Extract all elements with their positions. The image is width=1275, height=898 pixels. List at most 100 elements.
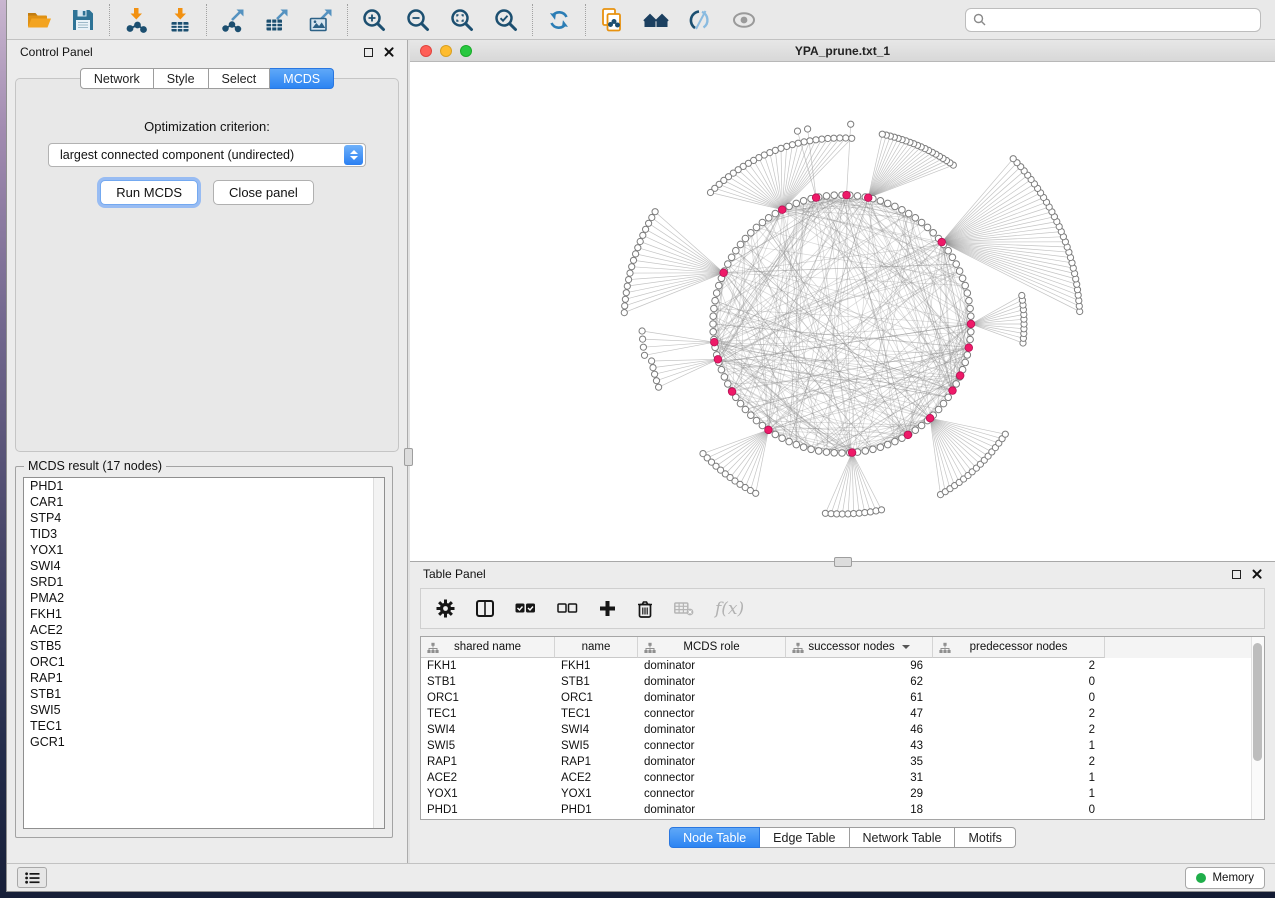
table-row[interactable]: SWI4SWI4dominator462: [421, 722, 1264, 738]
float-panel-icon[interactable]: [1232, 570, 1241, 579]
mcds-result-item[interactable]: YOX1: [24, 542, 384, 558]
table-cell: connector: [638, 738, 786, 754]
mcds-result-item[interactable]: SWI4: [24, 558, 384, 574]
network-graph[interactable]: [410, 62, 1275, 561]
divider-handle[interactable]: [404, 448, 413, 466]
tab-style[interactable]: Style: [154, 68, 209, 89]
desktop: Control Panel NetworkStyleSelectMCDS Opt…: [0, 0, 1275, 898]
search-input[interactable]: [991, 13, 1253, 27]
table-row[interactable]: ACE2ACE2connector311: [421, 770, 1264, 786]
shared-attribute-icon: [939, 642, 951, 657]
import-table-icon[interactable]: [167, 7, 193, 33]
list-icon: [25, 872, 40, 884]
mcds-result-list[interactable]: PHD1CAR1STP4TID3YOX1SWI4SRD1PMA2FKH1ACE2…: [23, 477, 385, 829]
column-header-predecessor-nodes[interactable]: predecessor nodes: [933, 637, 1105, 658]
network-canvas[interactable]: [410, 62, 1275, 561]
mcds-result-item[interactable]: STP4: [24, 510, 384, 526]
minimize-window-icon[interactable]: [440, 45, 452, 57]
table-cell: SWI5: [421, 738, 555, 754]
close-window-icon[interactable]: [420, 45, 432, 57]
close-panel-icon[interactable]: [384, 47, 394, 57]
mcds-result-item[interactable]: ORC1: [24, 654, 384, 670]
mcds-result-item[interactable]: GCR1: [24, 734, 384, 750]
memory-button[interactable]: Memory: [1185, 867, 1265, 889]
main-toolbar: [7, 0, 1275, 40]
column-header-successor-nodes[interactable]: successor nodes: [786, 637, 933, 658]
table-scrollbar-thumb[interactable]: [1253, 643, 1262, 761]
table-cell: 47: [786, 706, 933, 722]
close-panel-icon[interactable]: [1252, 569, 1262, 579]
delete-column-icon[interactable]: [637, 600, 653, 618]
tab-node-table[interactable]: Node Table: [669, 827, 760, 848]
zoom-in-icon[interactable]: [361, 7, 387, 33]
column-header-mcds-role[interactable]: MCDS role: [638, 637, 786, 658]
deselect-all-rows-icon[interactable]: [557, 603, 578, 614]
settings-gear-icon[interactable]: [436, 599, 455, 618]
add-column-icon[interactable]: [599, 600, 616, 617]
select-stepper-icon: [344, 145, 363, 165]
table-cell: 61: [786, 690, 933, 706]
zoom-fit-icon[interactable]: [449, 7, 475, 33]
mcds-result-item[interactable]: STB5: [24, 638, 384, 654]
tab-select[interactable]: Select: [209, 68, 271, 89]
mcds-result-item[interactable]: PHD1: [24, 478, 384, 494]
table-row[interactable]: YOX1YOX1connector291: [421, 786, 1264, 802]
table-row[interactable]: RAP1RAP1dominator352: [421, 754, 1264, 770]
tab-network[interactable]: Network: [80, 68, 154, 89]
criterion-select[interactable]: largest connected component (undirected): [48, 143, 366, 167]
table-cell: 18: [786, 802, 933, 818]
mcds-result-item[interactable]: TID3: [24, 526, 384, 542]
zoom-out-icon[interactable]: [405, 7, 431, 33]
mcds-result-title: MCDS result (17 nodes): [24, 459, 166, 473]
mcds-result-item[interactable]: FKH1: [24, 606, 384, 622]
mcds-result-item[interactable]: SWI5: [24, 702, 384, 718]
search-icon: [973, 13, 986, 26]
mcds-result-item[interactable]: STB1: [24, 686, 384, 702]
mcds-result-item[interactable]: TEC1: [24, 718, 384, 734]
tab-edge-table[interactable]: Edge Table: [760, 827, 849, 848]
export-image-icon[interactable]: [308, 7, 334, 33]
table-cell: ORC1: [421, 690, 555, 706]
table-row[interactable]: STB1STB1dominator620: [421, 674, 1264, 690]
zoom-selected-icon[interactable]: [493, 7, 519, 33]
mcds-result-item[interactable]: SRD1: [24, 574, 384, 590]
open-file-icon[interactable]: [26, 7, 52, 33]
graphics-details-icon[interactable]: [687, 7, 713, 33]
save-session-icon[interactable]: [70, 7, 96, 33]
table-row[interactable]: TEC1TEC1connector472: [421, 706, 1264, 722]
close-panel-button[interactable]: Close panel: [213, 180, 314, 205]
tab-network-table[interactable]: Network Table: [850, 827, 956, 848]
column-header-name[interactable]: name: [555, 637, 638, 658]
import-network-icon[interactable]: [123, 7, 149, 33]
duplicate-network-icon[interactable]: [599, 7, 625, 33]
table-cell: PHD1: [421, 802, 555, 818]
show-columns-icon[interactable]: [476, 600, 494, 617]
mcds-result-item[interactable]: RAP1: [24, 670, 384, 686]
table-scrollbar-track[interactable]: [1251, 637, 1264, 819]
select-all-rows-icon[interactable]: [515, 603, 536, 614]
table-row[interactable]: SWI5SWI5connector431: [421, 738, 1264, 754]
export-table-icon[interactable]: [264, 7, 290, 33]
run-mcds-button[interactable]: Run MCDS: [100, 180, 198, 205]
table-row[interactable]: ORC1ORC1dominator610: [421, 690, 1264, 706]
apply-layout-icon[interactable]: [546, 7, 572, 33]
column-header-shared-name[interactable]: shared name: [421, 637, 555, 658]
show-panels-button[interactable]: [17, 867, 47, 888]
houses-icon[interactable]: [643, 7, 669, 33]
table-cell: dominator: [638, 674, 786, 690]
table-cell: 31: [786, 770, 933, 786]
mcds-result-item[interactable]: PMA2: [24, 590, 384, 606]
table-row[interactable]: PHD1PHD1dominator180: [421, 802, 1264, 818]
list-scrollbar-track[interactable]: [373, 478, 384, 828]
search-field[interactable]: [965, 8, 1261, 32]
maximize-window-icon[interactable]: [460, 45, 472, 57]
mcds-result-item[interactable]: CAR1: [24, 494, 384, 510]
tab-mcds[interactable]: MCDS: [270, 68, 334, 89]
float-panel-icon[interactable]: [364, 48, 373, 57]
mcds-result-item[interactable]: ACE2: [24, 622, 384, 638]
table-row[interactable]: FKH1FKH1dominator962: [421, 658, 1264, 674]
divider-handle[interactable]: [834, 557, 852, 567]
tab-motifs[interactable]: Motifs: [955, 827, 1015, 848]
export-network-icon[interactable]: [220, 7, 246, 33]
eye-icon[interactable]: [731, 7, 757, 33]
